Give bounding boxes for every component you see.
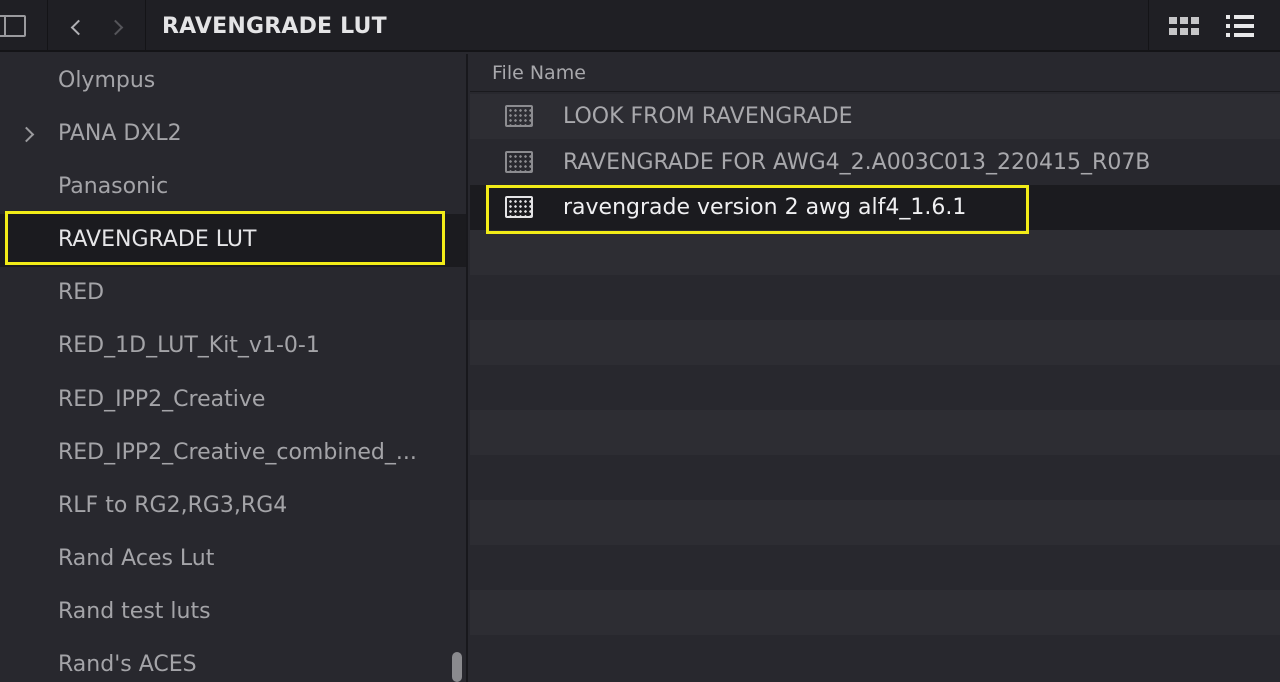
sidebar-item-red-ipp2-creative[interactable]: RED_IPP2_Creative bbox=[0, 374, 466, 427]
sidebar-item-label: RED bbox=[58, 280, 105, 305]
sidebar-item-label: RLF to RG2,RG3,RG4 bbox=[58, 493, 288, 518]
sidebar-item-rand-test-luts[interactable]: Rand test luts bbox=[0, 586, 466, 639]
toolbar: RAVENGRADE LUT bbox=[0, 0, 1280, 52]
grid-view-icon[interactable] bbox=[1169, 17, 1199, 35]
empty-row bbox=[470, 635, 1280, 680]
sidebar-item-label: Panasonic bbox=[58, 174, 169, 199]
empty-row bbox=[470, 455, 1280, 500]
folder-sidebar: Olympus PANA DXL2 Panasonic RAVENGRADE L… bbox=[0, 54, 468, 682]
sidebar-item-label: RED_1D_LUT_Kit_v1-0-1 bbox=[58, 333, 320, 358]
empty-row bbox=[470, 365, 1280, 410]
empty-row bbox=[470, 275, 1280, 320]
column-header-file-name[interactable]: File Name bbox=[470, 54, 1280, 92]
lut-file-icon bbox=[505, 196, 533, 218]
sidebar-item-pana-dxl2[interactable]: PANA DXL2 bbox=[0, 108, 466, 161]
column-header-label: File Name bbox=[492, 62, 586, 84]
file-row[interactable]: RAVENGRADE FOR AWG4_2.A003C013_220415_R0… bbox=[470, 140, 1280, 185]
empty-row bbox=[470, 230, 1280, 275]
file-row[interactable]: LOOK FROM RAVENGRADE bbox=[470, 94, 1280, 139]
chevron-right-icon[interactable] bbox=[107, 19, 124, 36]
sidebar-item-rand-aces-lut[interactable]: Rand Aces Lut bbox=[0, 533, 466, 586]
lut-browser: RAVENGRADE LUT Olympus PANA DXL2 Panason… bbox=[0, 0, 1280, 682]
file-list-pane: File Name LOOK FROM RAVENGRADE RAVENGRAD… bbox=[470, 54, 1280, 682]
navigation-buttons bbox=[48, 0, 146, 52]
file-name: ravengrade version 2 awg alf4_1.6.1 bbox=[563, 195, 967, 220]
empty-row bbox=[470, 500, 1280, 545]
file-row-selected[interactable]: ravengrade version 2 awg alf4_1.6.1 bbox=[470, 185, 1280, 230]
sidebar-item-ravengrade-lut[interactable]: RAVENGRADE LUT bbox=[0, 214, 466, 267]
sidebar-item-rlf-to-rg[interactable]: RLF to RG2,RG3,RG4 bbox=[0, 480, 466, 533]
sidebar-item-label: PANA DXL2 bbox=[58, 121, 182, 146]
sidebar-item-label: RAVENGRADE LUT bbox=[58, 227, 257, 252]
sidebar-item-rands-aces[interactable]: Rand's ACES bbox=[0, 639, 466, 682]
sidebar-item-red-1d-lut-kit[interactable]: RED_1D_LUT_Kit_v1-0-1 bbox=[0, 320, 466, 373]
view-mode-buttons bbox=[1148, 0, 1280, 52]
chevron-right-icon[interactable] bbox=[18, 126, 35, 143]
chevron-left-icon[interactable] bbox=[70, 19, 87, 36]
folder-title: RAVENGRADE LUT bbox=[162, 14, 387, 39]
sidebar-item-panasonic[interactable]: Panasonic bbox=[0, 161, 466, 214]
sidebar-item-label: RED_IPP2_Creative_combined_... bbox=[58, 440, 417, 465]
sidebar-toggle-button[interactable] bbox=[0, 0, 48, 52]
sidebar-item-olympus[interactable]: Olympus bbox=[0, 55, 466, 108]
sidebar-scrollbar[interactable] bbox=[452, 652, 462, 682]
sidebar-item-label: Rand test luts bbox=[58, 599, 211, 624]
sidebar-item-label: RED_IPP2_Creative bbox=[58, 387, 266, 412]
lut-file-icon bbox=[505, 105, 533, 127]
empty-row bbox=[470, 590, 1280, 635]
sidebar-toggle-icon bbox=[0, 15, 26, 37]
lut-file-icon bbox=[505, 151, 533, 173]
sidebar-item-red[interactable]: RED bbox=[0, 267, 466, 320]
sidebar-item-label: Olympus bbox=[58, 68, 156, 93]
list-view-icon[interactable] bbox=[1226, 15, 1254, 37]
empty-row bbox=[470, 545, 1280, 590]
sidebar-item-label: Rand's ACES bbox=[58, 652, 197, 677]
empty-row bbox=[470, 320, 1280, 365]
sidebar-item-red-ipp2-creative-combined[interactable]: RED_IPP2_Creative_combined_... bbox=[0, 427, 466, 480]
empty-row bbox=[470, 410, 1280, 455]
file-name: LOOK FROM RAVENGRADE bbox=[563, 104, 853, 129]
file-name: RAVENGRADE FOR AWG4_2.A003C013_220415_R0… bbox=[563, 150, 1151, 175]
sidebar-item-label: Rand Aces Lut bbox=[58, 546, 215, 571]
